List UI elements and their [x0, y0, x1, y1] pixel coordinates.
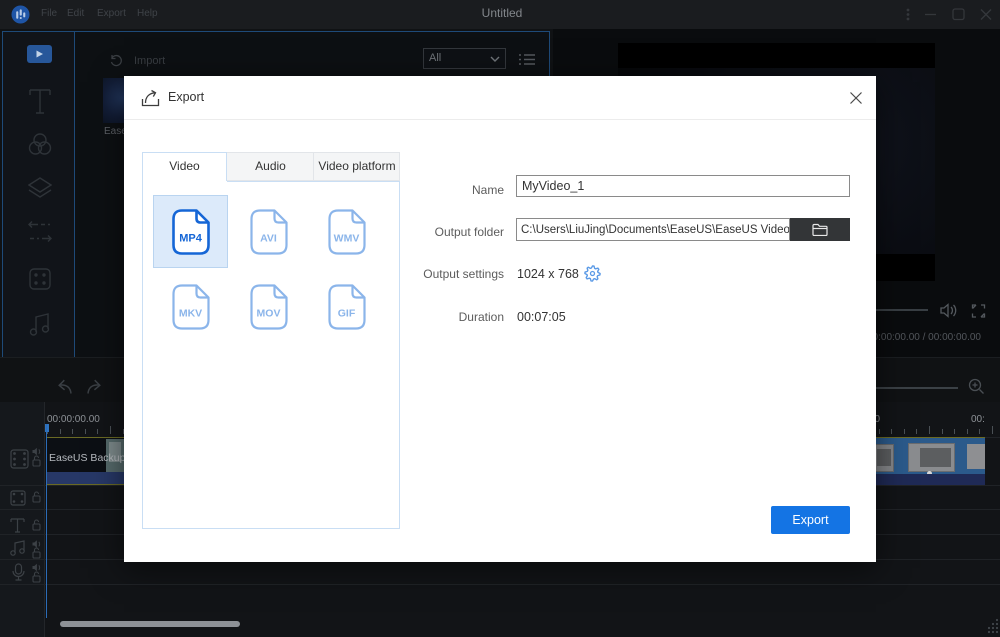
- svg-text:MOV: MOV: [257, 308, 281, 320]
- svg-text:WMV: WMV: [334, 233, 360, 245]
- svg-text:GIF: GIF: [338, 308, 356, 320]
- svg-text:AVI: AVI: [260, 233, 277, 245]
- svg-text:MP4: MP4: [179, 233, 203, 245]
- svg-text:MKV: MKV: [179, 308, 202, 320]
